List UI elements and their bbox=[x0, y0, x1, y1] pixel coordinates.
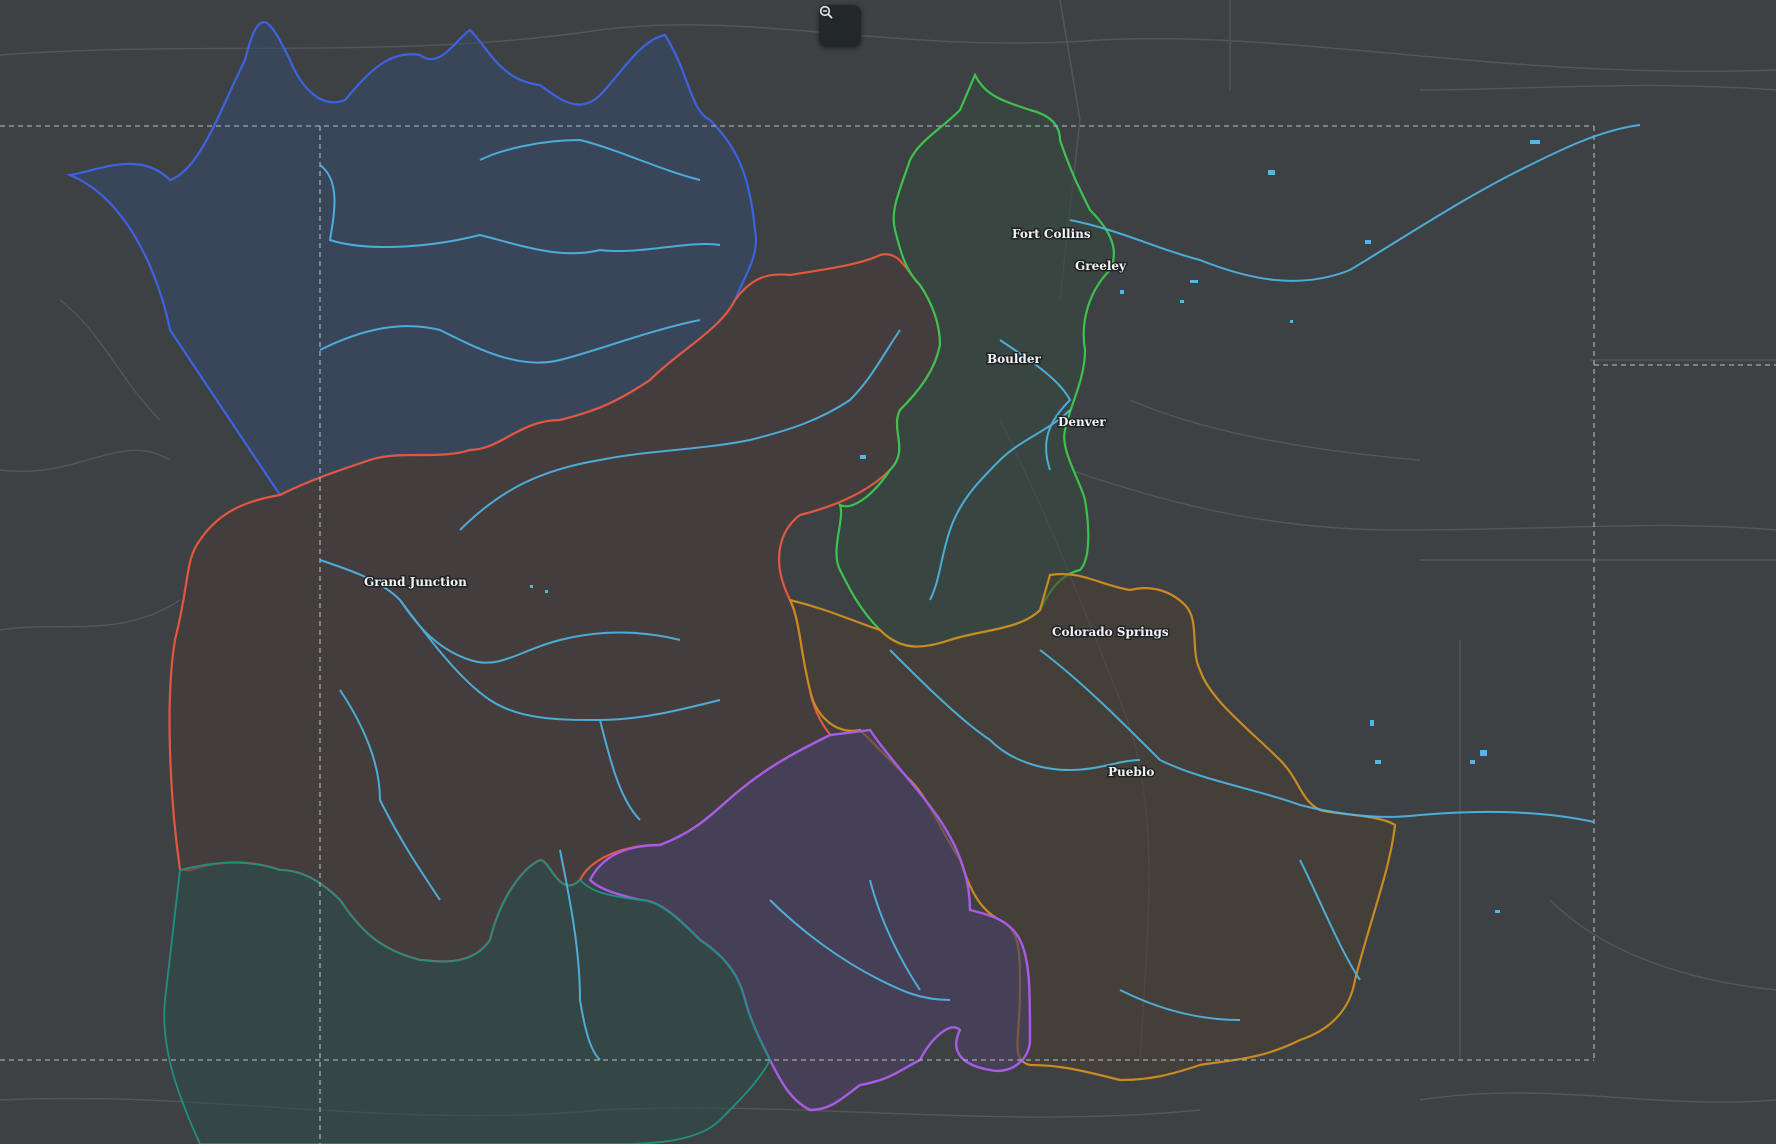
city-label-grand-junction: Grand Junction bbox=[364, 575, 467, 589]
city-label-fort-collins: Fort Collins bbox=[1012, 227, 1091, 241]
city-label-denver: Denver bbox=[1058, 415, 1106, 429]
city-label-colorado-springs: Colorado Springs bbox=[1052, 625, 1169, 639]
map-canvas: Fort Collins Greeley Boulder Denver Gran… bbox=[0, 0, 1776, 1144]
zoom-out-icon bbox=[819, 5, 833, 19]
city-label-boulder: Boulder bbox=[987, 352, 1041, 366]
city-label-pueblo: Pueblo bbox=[1108, 765, 1154, 779]
basin-polygons bbox=[66, 21, 1397, 1144]
watershed-map[interactable]: Fort Collins Greeley Boulder Denver Gran… bbox=[0, 0, 1776, 1144]
city-label-greeley: Greeley bbox=[1075, 259, 1127, 273]
zoom-out-button[interactable] bbox=[819, 5, 861, 47]
